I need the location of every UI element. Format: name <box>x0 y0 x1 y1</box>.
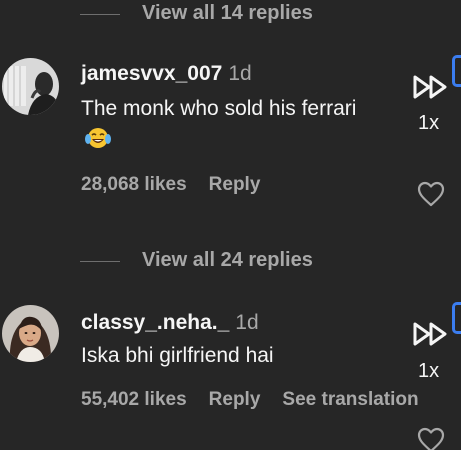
replies-divider <box>80 14 120 15</box>
username[interactable]: classy_.neha._ <box>81 311 229 334</box>
video-badge <box>452 302 461 334</box>
comment-time: 1d <box>228 62 252 85</box>
comment-body: The monk who sold his ferrari <box>81 97 357 120</box>
video-badge <box>452 55 461 87</box>
reply-button[interactable]: Reply <box>209 174 261 195</box>
comment-actions: 28,068 likes Reply <box>81 174 282 196</box>
comment-body: Iska bhi girlfriend hai <box>81 344 274 367</box>
replies-divider <box>80 261 120 262</box>
fast-forward-icon[interactable] <box>412 321 450 347</box>
playback-speed[interactable]: 1x <box>418 360 439 383</box>
view-replies-button[interactable]: View all 24 replies <box>142 249 313 272</box>
username-link[interactable]: jamesvvx_007 1d <box>81 62 252 86</box>
avatar[interactable] <box>2 58 59 115</box>
username[interactable]: jamesvvx_007 <box>81 62 222 85</box>
playback-speed[interactable]: 1x <box>418 112 439 135</box>
avatar[interactable] <box>2 305 59 362</box>
reply-button[interactable]: Reply <box>209 389 261 410</box>
heart-icon[interactable] <box>417 181 445 207</box>
comment-text: Iska bhi girlfriend hai <box>81 340 371 371</box>
comments-screen: View all 14 replies jamesvvx_007 1d The m… <box>0 0 461 450</box>
comment-actions: 55,402 likes Reply See translation <box>81 389 441 411</box>
laughing-tears-emoji <box>85 127 111 158</box>
see-translation-button[interactable]: See translation <box>282 389 418 410</box>
view-replies-button[interactable]: View all 14 replies <box>142 2 313 25</box>
username-link[interactable]: classy_.neha._ 1d <box>81 311 259 335</box>
fast-forward-icon[interactable] <box>412 74 450 100</box>
likes-count[interactable]: 28,068 likes <box>81 174 187 195</box>
heart-icon[interactable] <box>417 427 445 450</box>
comment-time: 1d <box>235 311 259 334</box>
comment-text: The monk who sold his ferrari <box>81 93 371 158</box>
likes-count[interactable]: 55,402 likes <box>81 389 187 410</box>
